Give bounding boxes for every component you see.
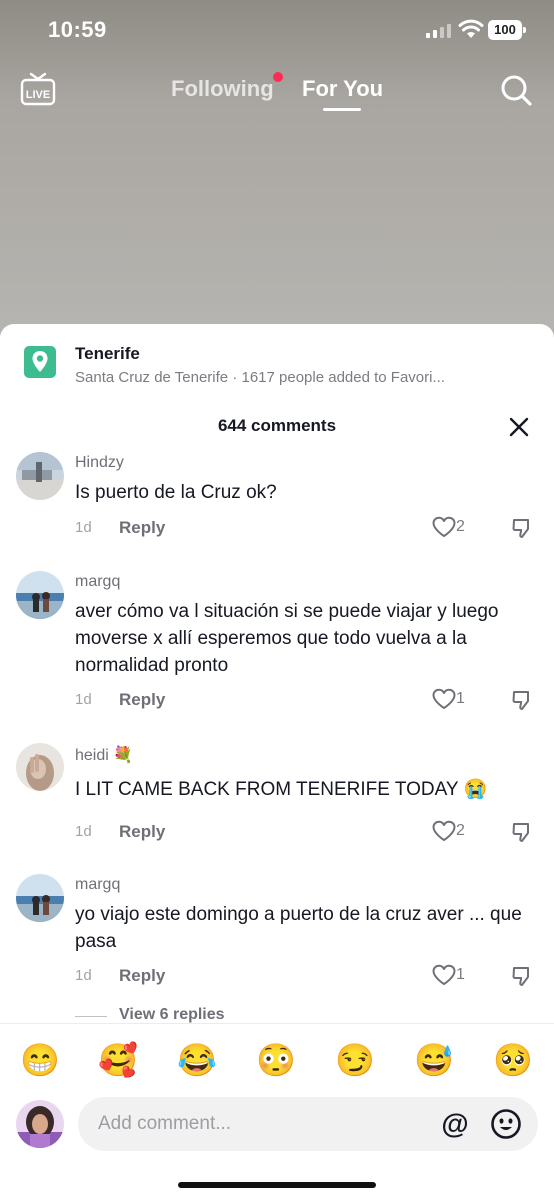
comment-time: 1d [75, 967, 92, 984]
location-subtitle: Santa Cruz de Tenerife · 1617 people add… [75, 369, 445, 386]
comment-input[interactable] [98, 1097, 428, 1151]
tab-following[interactable]: Following [171, 76, 274, 102]
avatar[interactable] [16, 571, 64, 619]
like-count: 1 [456, 690, 465, 707]
comment-username[interactable]: margq [75, 573, 120, 591]
like-count: 1 [456, 966, 465, 983]
dislike-icon[interactable] [511, 689, 533, 711]
battery-level: 100 [488, 20, 522, 40]
like-count: 2 [456, 518, 465, 535]
comment-time: 1d [75, 519, 92, 536]
heart-icon[interactable] [431, 820, 457, 842]
comment-time: 1d [75, 691, 92, 708]
home-indicator [178, 1182, 376, 1188]
comment-text: yo viajo este domingo a puerto de la cru… [75, 904, 522, 952]
comment-username[interactable]: margq [75, 876, 120, 894]
view-replies-label: View 6 replies [119, 1006, 225, 1023]
avatar[interactable] [16, 874, 64, 922]
location-title: Tenerife [75, 344, 140, 363]
comment-input-box[interactable]: @ [78, 1097, 538, 1151]
emoji-flushed[interactable]: 😳 [256, 1040, 296, 1080]
dislike-icon[interactable] [511, 821, 533, 843]
search-icon[interactable] [498, 72, 534, 108]
heart-icon[interactable] [431, 516, 457, 538]
dislike-icon[interactable] [511, 517, 533, 539]
emoji-pleading[interactable]: 🥺 [493, 1040, 533, 1080]
emoji-grin[interactable]: 😁 [20, 1040, 60, 1080]
heart-icon[interactable] [431, 688, 457, 710]
reply-button[interactable]: Reply [119, 518, 165, 538]
tab-for-you[interactable]: For You [302, 76, 383, 102]
comment-text: Is puerto de la Cruz ok? [75, 482, 277, 503]
status-bar: 10:59 100 [0, 0, 554, 60]
notification-dot [273, 72, 283, 82]
my-avatar [16, 1100, 64, 1148]
emoji-hearts[interactable]: 🥰 [98, 1040, 138, 1080]
emoji-sweat-smile[interactable]: 😅 [414, 1040, 454, 1080]
close-icon[interactable] [508, 416, 530, 438]
comment-time: 1d [75, 823, 92, 840]
divider [75, 1016, 107, 1017]
reply-button[interactable]: Reply [119, 966, 165, 986]
comment-username[interactable]: heidi 💐 [75, 745, 133, 765]
battery-icon: 100 [488, 20, 526, 40]
live-icon[interactable]: LIVE [20, 72, 56, 106]
top-navigation: LIVE Following For You [0, 66, 554, 116]
status-time: 10:59 [48, 17, 107, 42]
comment-text: I LIT CAME BACK FROM TENERIFE TODAY 😭 [75, 779, 488, 800]
comment-composer: 😁 🥰 😂 😳 😏 😅 🥺 @ [0, 1023, 554, 1200]
avatar[interactable] [16, 452, 64, 500]
cellular-signal-icon [426, 22, 452, 38]
like-count: 2 [456, 822, 465, 839]
location-row[interactable]: Tenerife Santa Cruz de Tenerife · 1617 p… [24, 344, 544, 394]
comment-text: aver cómo va l situación si se puede via… [75, 601, 499, 676]
at-icon[interactable]: @ [440, 1109, 470, 1139]
emoji-icon[interactable] [490, 1108, 522, 1140]
emoji-joy[interactable]: 😂 [177, 1040, 217, 1080]
location-pin-icon [24, 346, 56, 378]
reply-button[interactable]: Reply [119, 690, 165, 710]
heart-icon[interactable] [431, 964, 457, 986]
active-tab-indicator [323, 108, 361, 111]
avatar[interactable] [16, 743, 64, 791]
comment-username[interactable]: Hindzy [75, 454, 124, 472]
live-label: LIVE [26, 89, 50, 101]
wifi-icon [458, 19, 484, 38]
dislike-icon[interactable] [511, 965, 533, 987]
emoji-smirk[interactable]: 😏 [335, 1040, 375, 1080]
reply-button[interactable]: Reply [119, 822, 165, 842]
comments-count-title: 644 comments [217, 416, 337, 435]
